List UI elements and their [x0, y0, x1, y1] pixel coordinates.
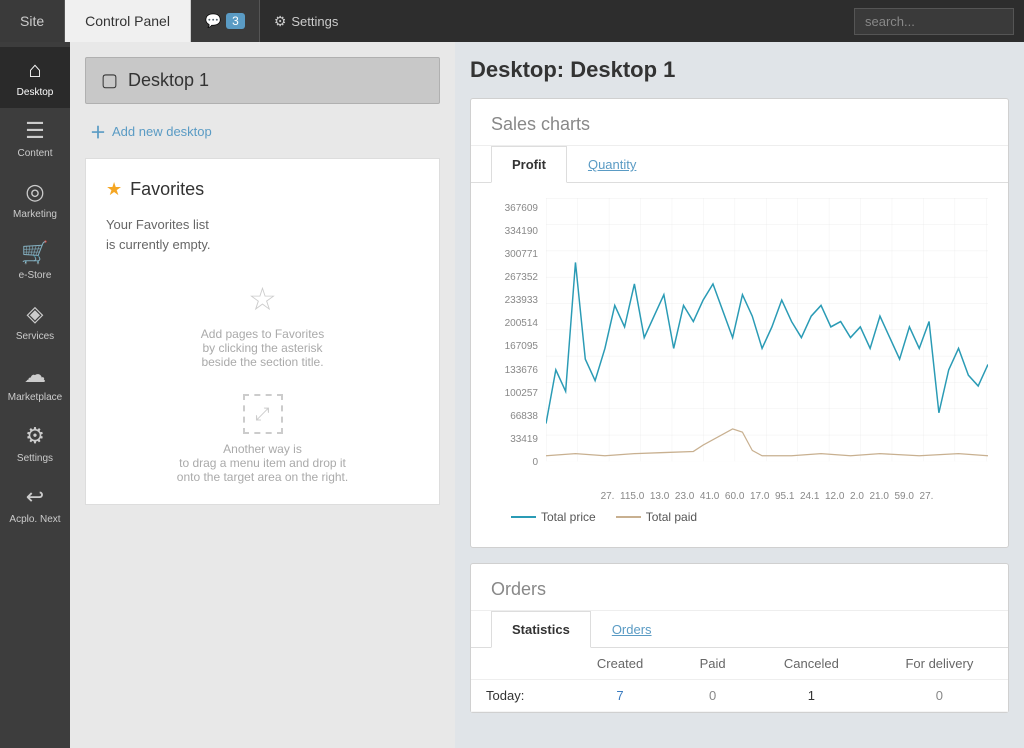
sidebar-label-settings: Settings — [17, 453, 53, 464]
favorites-hint-text: Add pages to Favorites by clicking the a… — [201, 327, 324, 369]
desktop-header: ▢ Desktop 1 — [85, 57, 440, 104]
estore-icon: 🛒 — [21, 240, 48, 266]
star-filled-icon: ★ — [106, 179, 122, 200]
site-label: Site — [20, 13, 44, 29]
content-icon: ☰ — [25, 118, 45, 144]
main-layout: ⌂ Desktop ☰ Content ◎ Marketing 🛒 e-Stor… — [0, 42, 1024, 748]
row-delivery: 0 — [871, 680, 1008, 712]
tab-quantity[interactable]: Quantity — [567, 146, 657, 183]
sidebar-label-marketplace: Marketplace — [8, 392, 62, 403]
legend-total-price-label: Total price — [541, 510, 596, 524]
acplo-next-icon: ↩ — [26, 484, 44, 510]
row-label: Today: — [471, 680, 567, 712]
star-outline-icon: ☆ — [243, 279, 283, 319]
row-created: 7 — [567, 680, 674, 712]
sidebar-label-desktop: Desktop — [17, 87, 54, 98]
col-created-header: Created — [567, 648, 674, 680]
chart-legend: Total price Total paid — [491, 502, 988, 532]
sidebar-item-marketing[interactable]: ◎ Marketing — [0, 169, 70, 230]
favorites-section: ★ Favorites Your Favorites list is curre… — [85, 158, 440, 505]
sidebar-item-acplo-next[interactable]: ↩ Acplo. Next — [0, 474, 70, 535]
notification-badge: 3 — [226, 13, 245, 29]
chart-wrapper: 367609 334190 300771 267352 233933 20051… — [491, 198, 988, 488]
sand-line-icon — [616, 516, 641, 518]
favorites-header: ★ Favorites — [106, 179, 419, 200]
teal-line-icon — [511, 516, 536, 518]
favorites-empty-text: Your Favorites list is currently empty. — [106, 215, 419, 254]
favorites-hint: ☆ Add pages to Favorites by clicking the… — [106, 279, 419, 369]
orders-table: Created Paid Canceled For delivery Today… — [471, 648, 1008, 712]
legend-total-paid-label: Total paid — [646, 510, 697, 524]
chart-container: 367609 334190 300771 267352 233933 20051… — [471, 183, 1008, 547]
gear-icon: ⚙ — [274, 13, 287, 30]
legend-total-price: Total price — [511, 510, 596, 524]
content-area: ▢ Desktop 1 ＋ Add new desktop ★ Favorite… — [70, 42, 1024, 748]
tab-profit[interactable]: Profit — [491, 146, 567, 183]
sidebar-item-estore[interactable]: 🛒 e-Store — [0, 230, 70, 291]
sidebar-label-content: Content — [17, 148, 52, 159]
control-panel-button[interactable]: Control Panel — [65, 0, 191, 42]
drag-hint: ⤢ Another way is to drag a menu item and… — [106, 394, 419, 484]
sales-charts-card: Sales charts Profit Quantity 367609 3341… — [470, 98, 1009, 548]
drag-target-icon: ⤢ — [243, 394, 283, 434]
sidebar-item-content[interactable]: ☰ Content — [0, 108, 70, 169]
sidebar-item-settings[interactable]: ⚙ Settings — [0, 413, 70, 474]
site-button[interactable]: Site — [0, 0, 65, 42]
orders-title: Orders — [471, 564, 1008, 611]
right-panel: Desktop: Desktop 1 Sales charts Profit Q… — [455, 42, 1024, 748]
add-new-desktop-button[interactable]: ＋ Add new desktop — [85, 114, 440, 158]
col-canceled-header: Canceled — [752, 648, 871, 680]
chart-tabs: Profit Quantity — [471, 146, 1008, 183]
desktop-name: Desktop 1 — [128, 70, 209, 91]
sidebar-label-acplo-next: Acplo. Next — [9, 514, 60, 525]
left-panel: ▢ Desktop 1 ＋ Add new desktop ★ Favorite… — [70, 42, 455, 748]
col-delivery-header: For delivery — [871, 648, 1008, 680]
favorites-empty-line2: is currently empty. — [106, 237, 211, 252]
settings-icon: ⚙ — [25, 423, 45, 449]
table-row: Today: 7 0 1 0 — [471, 680, 1008, 712]
tab-statistics[interactable]: Statistics — [491, 611, 591, 648]
monitor-icon: ▢ — [101, 70, 118, 91]
settings-nav-label: Settings — [291, 14, 338, 29]
chart-x-axis: 27. 115.0 13.0 23.0 41.0 60.0 17.0 95.1 … — [546, 488, 988, 502]
sidebar-label-estore: e-Store — [19, 270, 52, 281]
table-header-row: Created Paid Canceled For delivery — [471, 648, 1008, 680]
search-input[interactable] — [854, 8, 1014, 35]
row-canceled: 1 — [752, 680, 871, 712]
plus-icon: ＋ — [90, 119, 106, 143]
chart-y-axis: 367609 334190 300771 267352 233933 20051… — [491, 198, 546, 488]
notification-icon: 💬 — [205, 13, 221, 29]
orders-card: Orders Statistics Orders Created Paid — [470, 563, 1009, 713]
control-panel-label: Control Panel — [85, 13, 170, 29]
sidebar: ⌂ Desktop ☰ Content ◎ Marketing 🛒 e-Stor… — [0, 42, 70, 748]
favorites-empty-line1: Your Favorites list — [106, 217, 209, 232]
sidebar-label-services: Services — [16, 331, 54, 342]
row-paid: 0 — [673, 680, 751, 712]
marketing-icon: ◎ — [25, 179, 44, 205]
col-label-header — [471, 648, 567, 680]
col-paid-header: Paid — [673, 648, 751, 680]
sales-charts-title: Sales charts — [471, 99, 1008, 146]
sidebar-label-marketing: Marketing — [13, 209, 57, 220]
sidebar-item-services[interactable]: ◈ Services — [0, 291, 70, 352]
home-icon: ⌂ — [28, 57, 41, 83]
tab-orders[interactable]: Orders — [591, 611, 673, 648]
add-new-desktop-label: Add new desktop — [112, 124, 212, 139]
favorites-title: Favorites — [130, 179, 204, 200]
marketplace-icon: ☁ — [24, 362, 46, 388]
notifications-button[interactable]: 💬 3 — [191, 0, 260, 42]
sidebar-item-desktop[interactable]: ⌂ Desktop — [0, 47, 70, 108]
sidebar-item-marketplace[interactable]: ☁ Marketplace — [0, 352, 70, 413]
settings-nav-link[interactable]: ⚙ Settings — [260, 0, 353, 42]
legend-total-paid: Total paid — [616, 510, 697, 524]
orders-tabs: Statistics Orders — [471, 611, 1008, 648]
chart-svg — [546, 198, 988, 488]
top-navigation: Site Control Panel 💬 3 ⚙ Settings — [0, 0, 1024, 42]
services-icon: ◈ — [27, 301, 44, 327]
page-title: Desktop: Desktop 1 — [470, 57, 1009, 83]
drag-hint-text: Another way is to drag a menu item and d… — [177, 442, 348, 484]
search-area — [854, 8, 1024, 35]
